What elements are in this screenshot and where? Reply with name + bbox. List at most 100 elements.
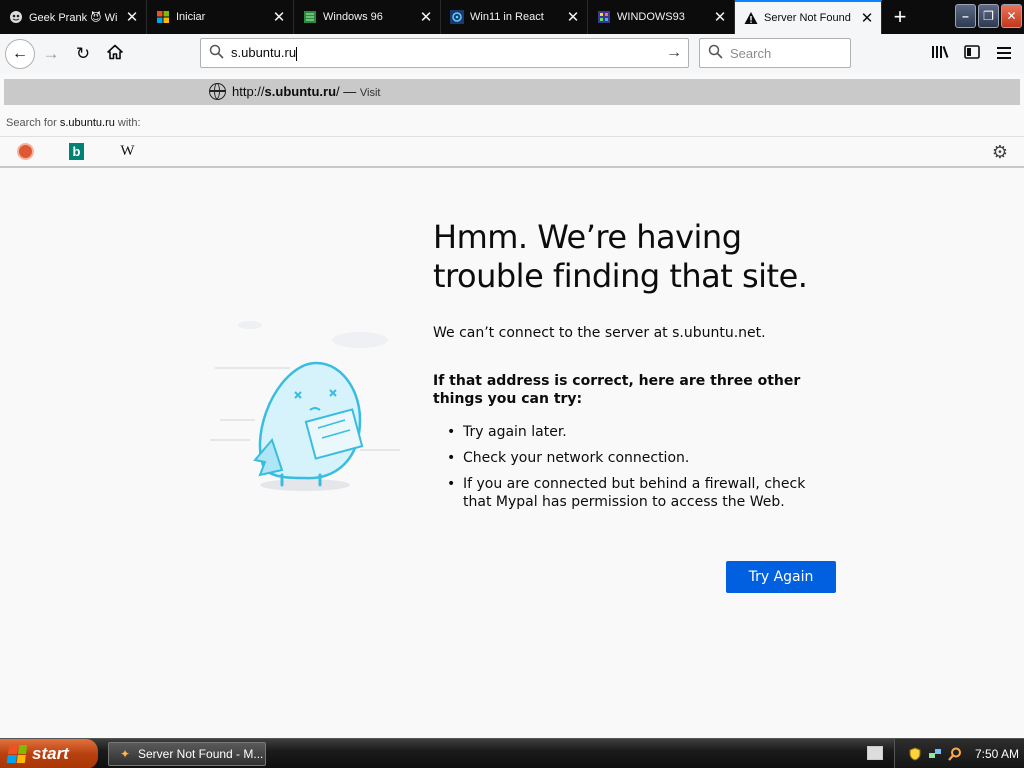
taskbar-item-browser[interactable]: ✦ Server Not Found - M... bbox=[108, 742, 266, 766]
close-tab-icon[interactable]: ✕ bbox=[271, 9, 287, 26]
bing-icon: b bbox=[69, 143, 84, 160]
search-tray-icon[interactable] bbox=[947, 746, 963, 762]
window-controls: – ❐ ✕ bbox=[955, 4, 1022, 28]
close-icon: ✕ bbox=[1006, 9, 1017, 23]
url-input[interactable]: s.ubuntu.ru bbox=[231, 45, 660, 61]
browser-icon: ✦ bbox=[119, 747, 131, 761]
tab-win11-react[interactable]: Win11 in React ✕ bbox=[441, 0, 588, 34]
go-arrow-icon[interactable]: → bbox=[660, 44, 688, 62]
suggestion-action: Visit bbox=[359, 87, 381, 99]
url-suggestion-row[interactable]: http://s.ubuntu.ru/ — Visit bbox=[4, 79, 1020, 105]
tab-geek-prank[interactable]: Geek Prank 😈 Wi ✕ bbox=[0, 0, 147, 34]
globe-icon bbox=[209, 83, 226, 100]
tab-title: Iniciar bbox=[176, 11, 206, 23]
nav-toolbar: ← → ↻ s.ubuntu.ru → Search bbox=[0, 34, 1024, 74]
wikipedia-icon: W bbox=[120, 143, 135, 159]
url-bar[interactable]: s.ubuntu.ru → bbox=[200, 38, 689, 68]
home-icon bbox=[107, 44, 123, 65]
engine-wikipedia[interactable]: W bbox=[102, 137, 153, 167]
confused-monster-illustration bbox=[210, 320, 410, 495]
windows-logo-icon bbox=[155, 9, 171, 25]
engine-bing[interactable]: b bbox=[51, 137, 102, 167]
duckduckgo-icon bbox=[17, 143, 34, 160]
search-icon bbox=[700, 44, 730, 62]
close-tab-icon[interactable]: ✕ bbox=[418, 9, 434, 26]
search-for-prefix: Search for bbox=[6, 117, 60, 129]
start-label: start bbox=[32, 744, 69, 763]
arrow-right-icon: → bbox=[42, 44, 60, 63]
error-subtitle: If that address is correct, here are thr… bbox=[433, 373, 801, 407]
restore-icon: ❐ bbox=[983, 9, 994, 23]
back-button[interactable]: ← bbox=[5, 39, 35, 69]
engine-duckduckgo[interactable] bbox=[0, 137, 51, 167]
mask-icon bbox=[8, 9, 24, 25]
keyboard-icon[interactable] bbox=[867, 746, 883, 760]
error-title: Hmm. We’re having trouble finding that s… bbox=[433, 218, 808, 295]
right-toolbar bbox=[924, 38, 1020, 70]
search-for-suffix: with: bbox=[114, 117, 141, 129]
taskbar-item-label: Server Not Found - M... bbox=[138, 747, 264, 761]
list-item: Check your network connection. bbox=[447, 449, 837, 467]
windows93-icon bbox=[596, 9, 612, 25]
forward-button[interactable]: → bbox=[35, 38, 67, 70]
list-item: Try again later. bbox=[447, 423, 837, 441]
suggestion-dash: — bbox=[343, 84, 357, 99]
search-box[interactable]: Search bbox=[699, 38, 851, 68]
clock: 7:50 AM bbox=[975, 747, 1020, 761]
tab-title: WINDOWS93 bbox=[617, 11, 685, 23]
close-tab-icon[interactable]: ✕ bbox=[565, 9, 581, 26]
error-description: We can’t connect to the server at s.ubun… bbox=[433, 325, 766, 341]
shield-icon[interactable] bbox=[907, 746, 923, 762]
sidebar-icon bbox=[964, 44, 980, 64]
tab-title: Server Not Found bbox=[764, 12, 851, 24]
list-item: If you are connected but behind a firewa… bbox=[447, 475, 837, 511]
gear-icon[interactable]: ⚙ bbox=[992, 142, 1008, 163]
tab-title: Geek Prank 😈 Wi bbox=[29, 11, 118, 24]
try-again-button[interactable]: Try Again bbox=[726, 561, 836, 593]
start-button[interactable]: start bbox=[0, 739, 98, 768]
system-tray: 7:50 AM bbox=[894, 739, 1024, 768]
error-tips-list: Try again later. Check your network conn… bbox=[447, 423, 837, 519]
tab-title: Win11 in React bbox=[470, 11, 544, 23]
url-value: s.ubuntu.ru bbox=[231, 45, 297, 61]
tab-iniciar[interactable]: Iniciar ✕ bbox=[147, 0, 294, 34]
sidebar-toggle-button[interactable] bbox=[956, 38, 988, 70]
library-icon bbox=[931, 44, 949, 65]
library-button[interactable] bbox=[924, 38, 956, 70]
tab-windows96[interactable]: Windows 96 ✕ bbox=[294, 0, 441, 34]
tab-title: Windows 96 bbox=[323, 11, 383, 23]
tab-strip: Geek Prank 😈 Wi ✕ Iniciar ✕ Windows 96 ✕… bbox=[0, 0, 1024, 34]
search-placeholder: Search bbox=[730, 45, 772, 61]
restore-button[interactable]: ❐ bbox=[978, 4, 999, 28]
new-tab-button[interactable]: + bbox=[882, 0, 918, 34]
reload-icon: ↻ bbox=[75, 44, 91, 63]
close-tab-icon[interactable]: ✕ bbox=[712, 9, 728, 26]
close-tab-icon[interactable]: ✕ bbox=[859, 10, 875, 27]
close-tab-icon[interactable]: ✕ bbox=[124, 9, 140, 26]
tab-windows93[interactable]: WINDOWS93 ✕ bbox=[588, 0, 735, 34]
tab-server-not-found[interactable]: Server Not Found ✕ bbox=[735, 0, 882, 34]
react-icon bbox=[449, 9, 465, 25]
close-window-button[interactable]: ✕ bbox=[1001, 4, 1022, 28]
text-caret bbox=[296, 46, 298, 61]
suggestion-suffix: / bbox=[336, 84, 340, 99]
search-engines-row: b W ⚙ bbox=[0, 136, 1024, 168]
minimize-button[interactable]: – bbox=[955, 4, 976, 28]
home-button[interactable] bbox=[99, 38, 131, 70]
suggestion-host: s.ubuntu.ru bbox=[264, 84, 337, 99]
search-icon bbox=[201, 44, 231, 62]
reload-button[interactable]: ↻ bbox=[67, 38, 99, 70]
plus-icon: + bbox=[893, 4, 907, 29]
hamburger-icon bbox=[997, 44, 1011, 64]
network-icon[interactable] bbox=[927, 746, 943, 762]
windows-flag-icon bbox=[6, 745, 28, 763]
search-for-label: Search for s.ubuntu.ru with: bbox=[0, 111, 1024, 135]
windows96-icon bbox=[302, 9, 318, 25]
taskbar: start ✦ Server Not Found - M... 7:50 AM bbox=[0, 738, 1024, 768]
menu-button[interactable] bbox=[988, 38, 1020, 70]
arrow-left-icon: ← bbox=[12, 45, 28, 62]
warning-icon bbox=[743, 10, 759, 26]
minimize-icon: – bbox=[962, 9, 969, 23]
error-page: Hmm. We’re having trouble finding that s… bbox=[0, 170, 1024, 736]
search-for-term: s.ubuntu.ru bbox=[59, 117, 115, 129]
